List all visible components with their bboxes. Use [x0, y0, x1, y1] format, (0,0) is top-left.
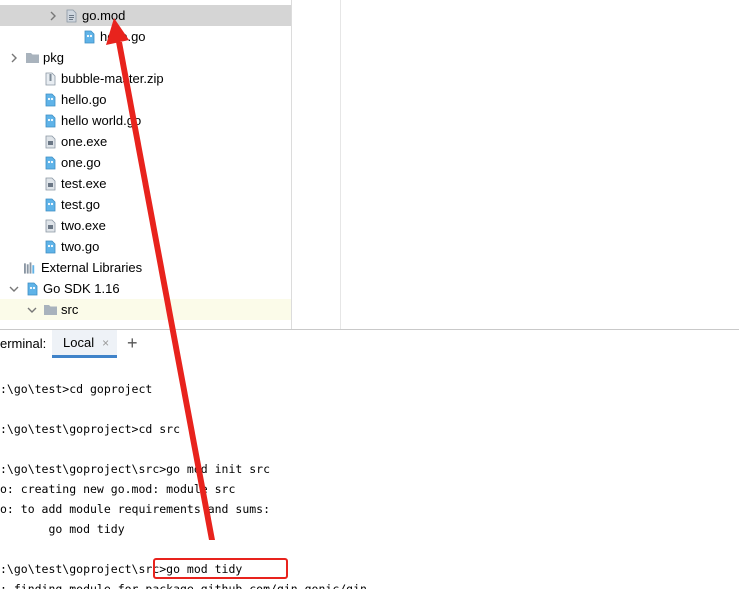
tree-item[interactable]: hello world.go	[0, 110, 291, 131]
chevron-down-icon[interactable]	[8, 283, 20, 295]
tree-item[interactable]: pkg	[0, 47, 291, 68]
tree-item[interactable]: test.go	[0, 194, 291, 215]
terminal-line: : finding module for package github.com/…	[0, 582, 367, 589]
tree-item-label: External Libraries	[41, 260, 143, 275]
tree-item-label: two.go	[61, 239, 100, 254]
terminal-tab-bar: erminal: Local × +	[0, 329, 739, 359]
close-icon[interactable]: ×	[102, 336, 109, 350]
go-sdk-icon	[26, 282, 39, 296]
tree-item[interactable]: hello.go	[0, 89, 291, 110]
editor-area	[292, 0, 341, 329]
terminal-line: :\go\test\goproject\src>go mod init src	[0, 462, 271, 476]
zip-file-icon	[44, 72, 57, 86]
tree-item-label: one.go	[61, 155, 101, 170]
tree-item-label: test.exe	[61, 176, 107, 191]
go-file-icon	[44, 240, 57, 254]
libraries-icon	[24, 261, 37, 275]
tree-item-label: one.exe	[61, 134, 108, 149]
go-file-icon	[44, 198, 57, 212]
terminal-line: :\go\test\goproject>cd src	[0, 422, 181, 436]
tree-item[interactable]: one.exe	[0, 131, 291, 152]
tree-item[interactable]: External Libraries	[0, 257, 291, 278]
go-file-icon	[83, 30, 96, 44]
folder-icon	[26, 51, 39, 65]
exe-file-icon	[44, 135, 57, 149]
exe-file-icon	[44, 177, 57, 191]
folder-icon	[44, 303, 57, 317]
go-mod-file-icon	[65, 9, 78, 23]
exe-file-icon	[44, 219, 57, 233]
tree-item[interactable]: Go SDK 1.16	[0, 278, 291, 299]
tree-item-label: src	[61, 302, 79, 317]
tab-local-label: Local	[63, 335, 95, 350]
chevron-down-icon[interactable]	[26, 304, 38, 316]
go-file-icon	[44, 114, 57, 128]
tree-item[interactable]: test.exe	[0, 173, 291, 194]
project-tree-panel: go.mod hello.go pkg bubble-master.zip hello.…	[0, 0, 292, 329]
tab-local[interactable]: Local ×	[52, 330, 118, 358]
tree-item[interactable]: one.go	[0, 152, 291, 173]
tree-item[interactable]: bubble-master.zip	[0, 68, 291, 89]
tree-item-label: go.mod	[82, 8, 126, 23]
tree-item-label: hello.go	[61, 92, 107, 107]
tree-item[interactable]: two.go	[0, 236, 291, 257]
annotation-highlight-box	[153, 558, 288, 579]
tree-item-label: bubble-master.zip	[61, 71, 164, 86]
terminal-output[interactable]: :\go\test>cd goproject :\go\test\goprojec…	[0, 358, 739, 589]
chevron-right-icon[interactable]	[8, 52, 20, 64]
tree-item[interactable]: two.exe	[0, 215, 291, 236]
tree-item-label: pkg	[43, 50, 64, 65]
tree-item-label: two.exe	[61, 218, 106, 233]
terminal-line: o: creating new go.mod: module src	[0, 482, 236, 496]
tree-item-partial	[0, 0, 291, 5]
tree-item-label: Go SDK 1.16	[43, 281, 120, 296]
terminal-title: erminal:	[0, 336, 47, 351]
tree-item-label: test.go	[61, 197, 101, 212]
tree-item-label: hello world.go	[61, 113, 142, 128]
add-tab-button[interactable]: +	[127, 333, 138, 353]
chevron-right-icon[interactable]	[47, 10, 59, 22]
terminal-line: o: to add module requirements and sums:	[0, 502, 271, 516]
tree-item[interactable]: src	[0, 299, 291, 320]
terminal-line: :\go\test>cd goproject	[0, 382, 153, 396]
go-file-icon	[44, 93, 57, 107]
terminal-line: go mod tidy	[0, 522, 125, 536]
tree-item-label: hello.go	[100, 29, 146, 44]
go-file-icon	[44, 156, 57, 170]
tree-item[interactable]: go.mod	[0, 5, 291, 26]
tree-item[interactable]: hello.go	[0, 26, 291, 47]
